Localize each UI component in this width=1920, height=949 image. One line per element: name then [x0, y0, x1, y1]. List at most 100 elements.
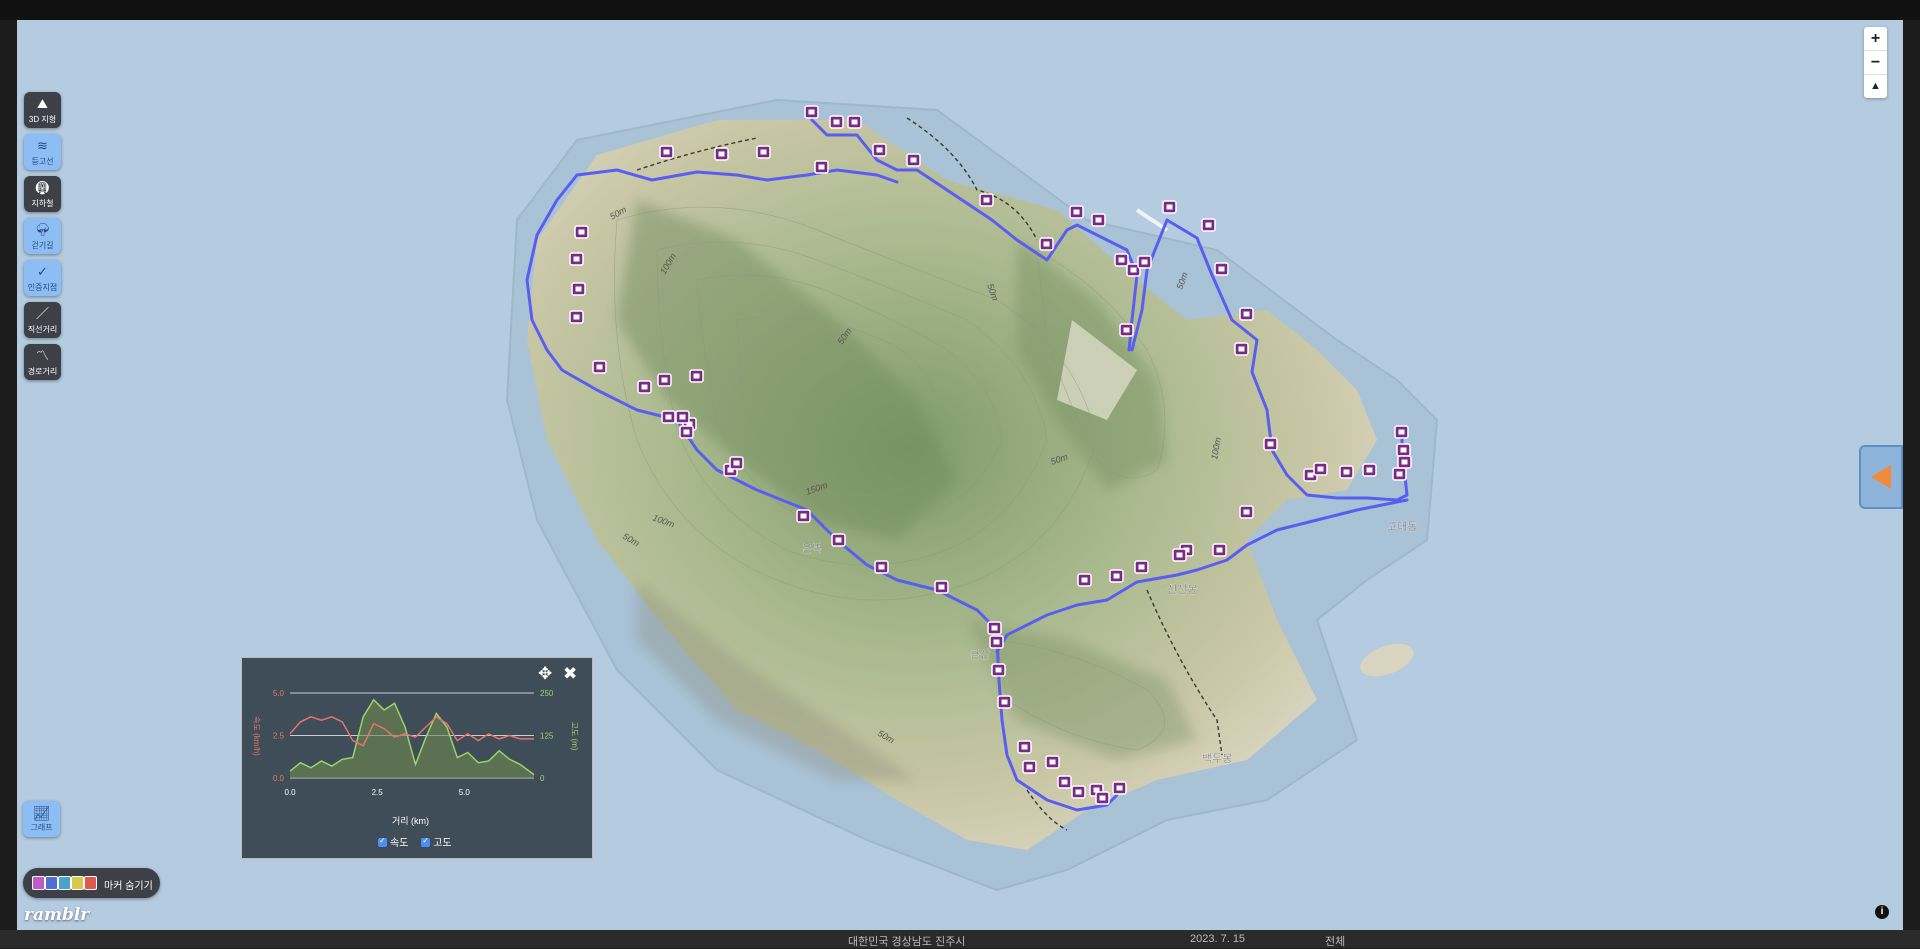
photo-marker[interactable]: [756, 145, 771, 159]
graph-panel: ✥ ✖ 5.0 2.5 0.0 250 125 0 0.0 2.5 5.0 속도 (km/h) 고도…: [241, 657, 593, 859]
toolbar-button-label: 등고선: [31, 157, 54, 166]
photo-marker[interactable]: [1119, 323, 1134, 337]
chart-legend: 속도 고도: [378, 834, 462, 849]
photo-marker[interactable]: [661, 410, 676, 424]
y-left-tick: 0.0: [273, 774, 285, 783]
zoom-in-button[interactable]: +: [1864, 27, 1887, 51]
photo-marker[interactable]: [847, 115, 862, 129]
photo-marker[interactable]: [1172, 548, 1187, 562]
toolbar-button-certified-point[interactable]: ✓ 인증지점: [24, 260, 61, 296]
photo-marker[interactable]: [829, 115, 844, 129]
photo-marker[interactable]: [1396, 443, 1411, 457]
photo-marker[interactable]: [814, 160, 829, 174]
photo-marker[interactable]: [1212, 543, 1227, 557]
north-reset-button[interactable]: ▲: [1864, 75, 1887, 98]
photo-marker[interactable]: [1134, 560, 1149, 574]
photo-marker[interactable]: [569, 252, 584, 266]
photo-marker[interactable]: [592, 360, 607, 374]
x-tick: 2.5: [372, 788, 384, 797]
contour-icon: ≋: [37, 138, 48, 153]
photo-marker[interactable]: [906, 153, 921, 167]
photo-marker[interactable]: [1069, 205, 1084, 219]
marker-hide-button[interactable]: 마커 숨기기: [23, 868, 160, 898]
speed-line: [289, 715, 534, 747]
photo-marker[interactable]: [987, 621, 1002, 635]
map-canvas[interactable]: 50m 100m 150m 50m 100m 50m 50m 50m 100m …: [17, 20, 1903, 930]
photo-marker[interactable]: [831, 533, 846, 547]
toolbar-button-trail[interactable]: 🌳︎ 걷기길: [24, 218, 61, 254]
place-label: 백두봉: [1202, 752, 1232, 765]
photo-marker[interactable]: [934, 580, 949, 594]
legend-speed[interactable]: 속도: [378, 836, 408, 849]
photo-marker[interactable]: [1109, 569, 1124, 583]
photo-marker[interactable]: [1095, 791, 1110, 805]
legend-elevation[interactable]: 고도: [421, 836, 452, 849]
photo-marker[interactable]: [1392, 467, 1407, 481]
photo-marker[interactable]: [574, 225, 589, 239]
photo-marker[interactable]: [1162, 200, 1177, 214]
photo-marker[interactable]: [1214, 262, 1229, 276]
checkbox-icon[interactable]: [421, 836, 431, 847]
photo-marker[interactable]: [1039, 237, 1054, 251]
photo-marker[interactable]: [1057, 775, 1072, 789]
photo-marker[interactable]: [1022, 760, 1037, 774]
toolbar-button-route-distance[interactable]: 〽 경로거리: [24, 344, 61, 380]
photo-marker[interactable]: [1239, 307, 1254, 321]
photo-marker[interactable]: [804, 105, 819, 119]
photo-marker[interactable]: [1091, 213, 1106, 227]
photo-marker[interactable]: [1114, 253, 1129, 267]
photo-marker[interactable]: [675, 410, 690, 424]
graph-toggle-button[interactable]: 📈︎ 그래프: [23, 801, 60, 837]
photo-marker[interactable]: [1017, 740, 1032, 754]
address-text: 대한민국 경상남도 진주시: [848, 936, 966, 948]
y-left-axis-label: 속도 (km/h): [252, 716, 261, 756]
toolbar-button-subway[interactable]: 🚇︎ 지하철: [24, 176, 61, 212]
photo-marker[interactable]: [637, 380, 652, 394]
photo-marker[interactable]: [1397, 455, 1412, 469]
photo-marker[interactable]: [1071, 785, 1086, 799]
photo-marker[interactable]: [874, 560, 889, 574]
toolbar-button-terrain-3d[interactable]: ⛰ 3D 지형: [24, 92, 61, 128]
y-right-axis-label: 고도 (m): [570, 722, 579, 751]
photo-marker[interactable]: [1313, 462, 1328, 476]
photo-marker[interactable]: [1077, 573, 1092, 587]
info-icon[interactable]: i: [1875, 905, 1889, 919]
photo-marker[interactable]: [997, 695, 1012, 709]
zoom-control: + − ▲: [1864, 27, 1887, 98]
photo-marker[interactable]: [569, 310, 584, 324]
photo-marker[interactable]: [679, 425, 694, 439]
photo-marker[interactable]: [989, 635, 1004, 649]
photo-marker[interactable]: [1234, 342, 1249, 356]
photo-marker[interactable]: [1201, 218, 1216, 232]
page-bottom-bar: 대한민국 경상남도 진주시 2023. 7. 15 전체: [0, 930, 1920, 948]
side-panel-toggle[interactable]: [1859, 445, 1903, 509]
photo-marker[interactable]: [689, 369, 704, 383]
checkbox-icon[interactable]: [378, 836, 387, 847]
y-right-tick: 250: [540, 689, 554, 698]
photo-marker[interactable]: [571, 282, 586, 296]
photo-marker[interactable]: [659, 145, 674, 159]
photo-marker[interactable]: [1239, 505, 1254, 519]
photo-marker[interactable]: [729, 456, 744, 470]
photo-marker[interactable]: [1045, 755, 1060, 769]
toolbar-button-contour[interactable]: ≋ 등고선: [24, 134, 61, 170]
x-tick: 0.0: [284, 788, 296, 797]
photo-marker[interactable]: [1137, 255, 1152, 269]
toolbar-button-straight-distance[interactable]: ／ 직선거리: [24, 302, 61, 338]
photo-marker[interactable]: [1112, 781, 1127, 795]
photo-marker[interactable]: [1339, 465, 1354, 479]
photo-marker[interactable]: [796, 509, 811, 523]
photo-marker[interactable]: [991, 663, 1006, 677]
place-label: 금산: [970, 648, 990, 661]
zoom-out-button[interactable]: −: [1864, 51, 1887, 75]
photo-marker[interactable]: [1394, 425, 1409, 439]
photo-marker[interactable]: [657, 373, 672, 387]
photo-marker[interactable]: [1263, 437, 1278, 451]
place-label: 신선봉: [1167, 583, 1197, 596]
ramblr-logo: ramblr: [24, 905, 90, 925]
photo-marker[interactable]: [1362, 463, 1377, 477]
photo-marker[interactable]: [872, 143, 887, 157]
y-right-tick: 0: [540, 774, 545, 783]
photo-marker[interactable]: [714, 147, 729, 161]
photo-marker[interactable]: [979, 193, 994, 207]
